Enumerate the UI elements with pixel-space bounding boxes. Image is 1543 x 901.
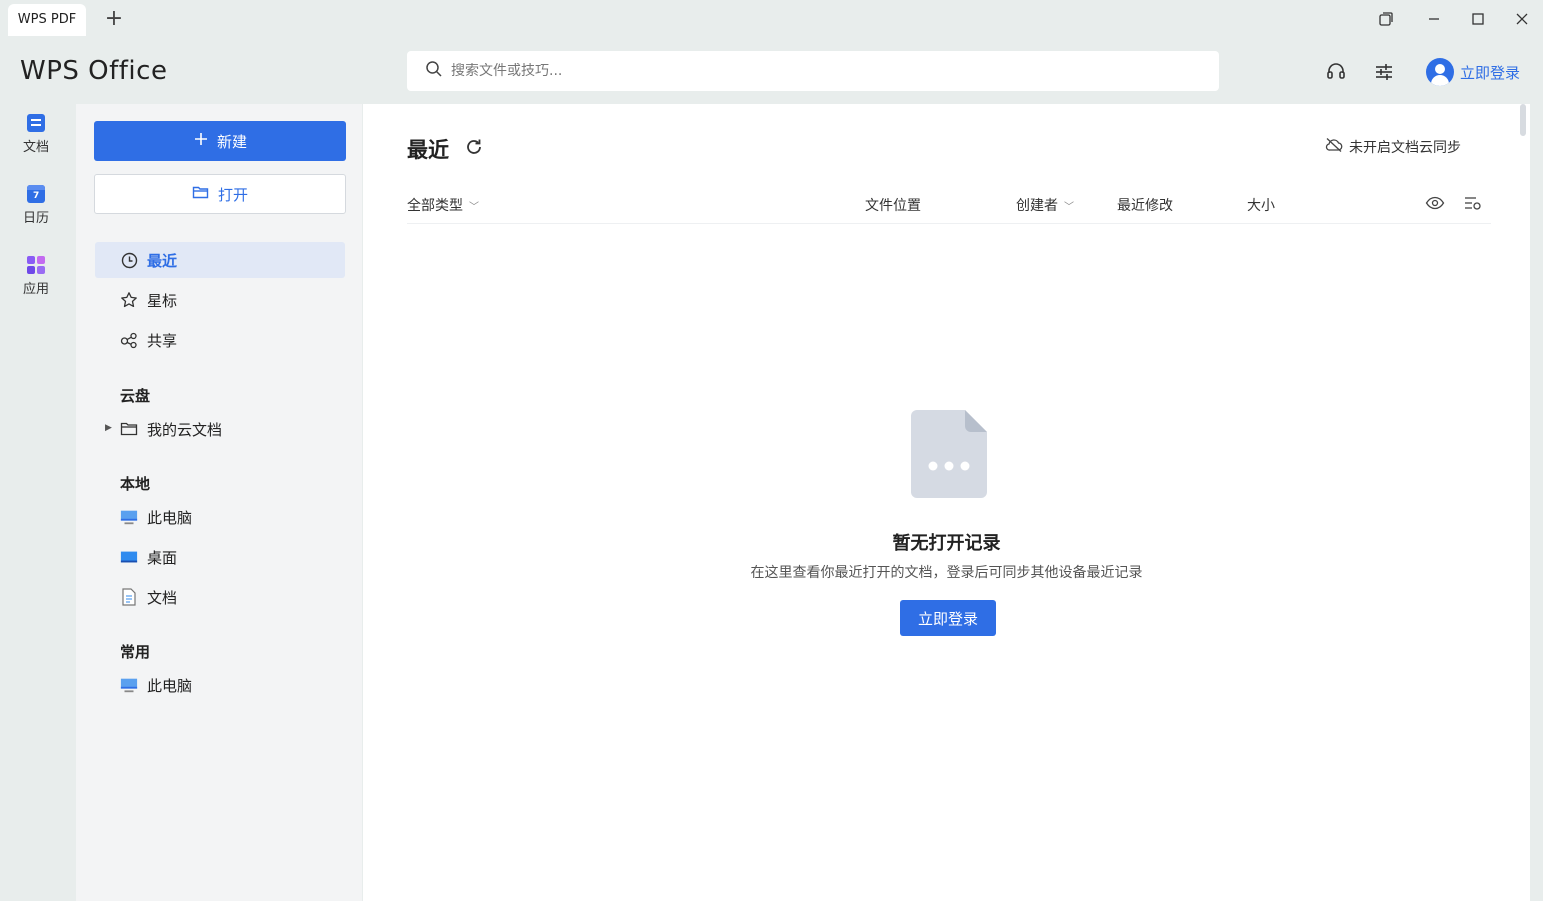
- sidebar-item-documents[interactable]: 文档: [95, 579, 345, 615]
- rail-label: 文档: [22, 140, 49, 155]
- open-button[interactable]: 打开: [94, 174, 346, 214]
- section-title-common: 常用: [120, 643, 151, 661]
- section-title-local: 本地: [120, 475, 151, 493]
- rail-item-apps[interactable]: 应用: [14, 256, 58, 297]
- search-icon: [425, 60, 443, 82]
- eye-icon[interactable]: [1425, 194, 1445, 216]
- empty-state-description: 在这里查看你最近打开的文档，登录后可同步其他设备最近记录: [750, 565, 1143, 581]
- column-label: 最近修改: [1117, 198, 1173, 214]
- column-label: 大小: [1247, 198, 1275, 214]
- sidebar-item-label: 此电脑: [147, 508, 193, 527]
- plus-icon: [193, 131, 209, 151]
- column-header-size[interactable]: 大小: [1247, 195, 1275, 215]
- sync-status-label: 未开启文档云同步: [1349, 140, 1461, 156]
- rail-item-docs[interactable]: 文档: [14, 114, 58, 155]
- main-panel: 最近 未开启文档云同步 全部类型 ﹀ 文件位置 创建者 ﹀ 最近修改 大小 暂无…: [363, 104, 1530, 901]
- filter-type-dropdown[interactable]: 全部类型 ﹀: [407, 195, 479, 215]
- sidebar-item-my-cloud-docs[interactable]: 我的云文档: [95, 411, 345, 447]
- refresh-icon[interactable]: [463, 136, 485, 158]
- chevron-down-icon: ﹀: [469, 201, 479, 213]
- restore-tabs-icon[interactable]: [1372, 6, 1400, 32]
- sidebar-item-recent[interactable]: 最近: [95, 242, 345, 278]
- computer-icon: [120, 676, 138, 694]
- desktop-icon: [120, 548, 138, 566]
- sidebar-item-common-this-pc[interactable]: 此电脑: [95, 667, 345, 703]
- rail-item-calendar[interactable]: 7 日历: [14, 185, 58, 226]
- sidebar-item-starred[interactable]: 星标: [95, 282, 345, 318]
- sidebar-item-label: 星标: [147, 291, 178, 310]
- chevron-down-icon: ﹀: [1064, 201, 1074, 213]
- star-icon: [120, 291, 138, 309]
- new-button-label: 新建: [216, 132, 247, 151]
- rail-label: 应用: [22, 282, 49, 297]
- sidebar-item-label: 文档: [147, 588, 178, 607]
- column-label: 文件位置: [865, 198, 921, 214]
- search-bar[interactable]: [407, 51, 1219, 91]
- headset-icon[interactable]: [1322, 58, 1350, 86]
- search-input[interactable]: [451, 63, 1151, 79]
- sidebar-item-shared[interactable]: 共享: [95, 322, 345, 358]
- folder-icon: [120, 420, 138, 438]
- settings-sliders-icon[interactable]: [1370, 58, 1398, 86]
- tab-bar: WPS PDF +: [0, 0, 1543, 40]
- column-header-location[interactable]: 文件位置: [865, 195, 921, 215]
- apps-icon: [27, 256, 45, 274]
- section-title-cloud: 云盘: [120, 387, 151, 405]
- calendar-icon: 7: [27, 185, 45, 203]
- cloud-off-icon: [1325, 137, 1343, 157]
- folder-open-icon: [192, 184, 210, 204]
- page-title: 最近: [407, 138, 449, 162]
- scrollbar-thumb[interactable]: [1520, 104, 1526, 136]
- sidebar-item-label: 我的云文档: [147, 420, 223, 439]
- sidebar: 新建 打开 最近 星标 共享 云盘 ▶ 我的云文档 本地 此电脑 桌面 文档 常…: [76, 104, 362, 901]
- header-login-label: 立即登录: [1460, 63, 1521, 82]
- header-login-button[interactable]: 立即登录: [1426, 57, 1520, 87]
- wps-office-logo: WPS Office: [20, 56, 168, 86]
- sidebar-item-label: 共享: [147, 331, 178, 350]
- share-icon: [120, 331, 138, 349]
- header-divider: [407, 223, 1491, 224]
- sidebar-item-label: 最近: [147, 251, 178, 270]
- column-header-creator[interactable]: 创建者 ﹀: [1016, 195, 1074, 215]
- clock-icon: [120, 251, 138, 269]
- cloud-sync-status[interactable]: 未开启文档云同步: [1325, 137, 1461, 157]
- column-label: 全部类型: [407, 198, 463, 214]
- avatar-icon: [1426, 58, 1454, 86]
- column-settings-icon[interactable]: [1463, 194, 1483, 216]
- minimize-icon[interactable]: [1420, 6, 1448, 32]
- maximize-icon[interactable]: [1464, 6, 1492, 32]
- document-file-icon: [120, 588, 138, 606]
- empty-document-icon: [911, 410, 987, 498]
- computer-icon: [120, 508, 138, 526]
- empty-state-title: 暂无打开记录: [892, 533, 1001, 554]
- column-label: 创建者: [1016, 198, 1058, 214]
- column-header-modified[interactable]: 最近修改: [1117, 195, 1173, 215]
- new-tab-button[interactable]: +: [102, 6, 126, 32]
- sidebar-item-this-pc[interactable]: 此电脑: [95, 499, 345, 535]
- close-icon[interactable]: [1508, 6, 1536, 32]
- sidebar-item-desktop[interactable]: 桌面: [95, 539, 345, 575]
- sidebar-item-label: 桌面: [147, 548, 178, 567]
- login-button[interactable]: 立即登录: [900, 600, 996, 636]
- document-icon: [27, 114, 45, 132]
- sidebar-item-label: 此电脑: [147, 676, 193, 695]
- tab-wps-pdf[interactable]: WPS PDF: [8, 4, 86, 36]
- new-button[interactable]: 新建: [94, 121, 346, 161]
- open-button-label: 打开: [217, 185, 248, 204]
- rail-label: 日历: [22, 211, 49, 226]
